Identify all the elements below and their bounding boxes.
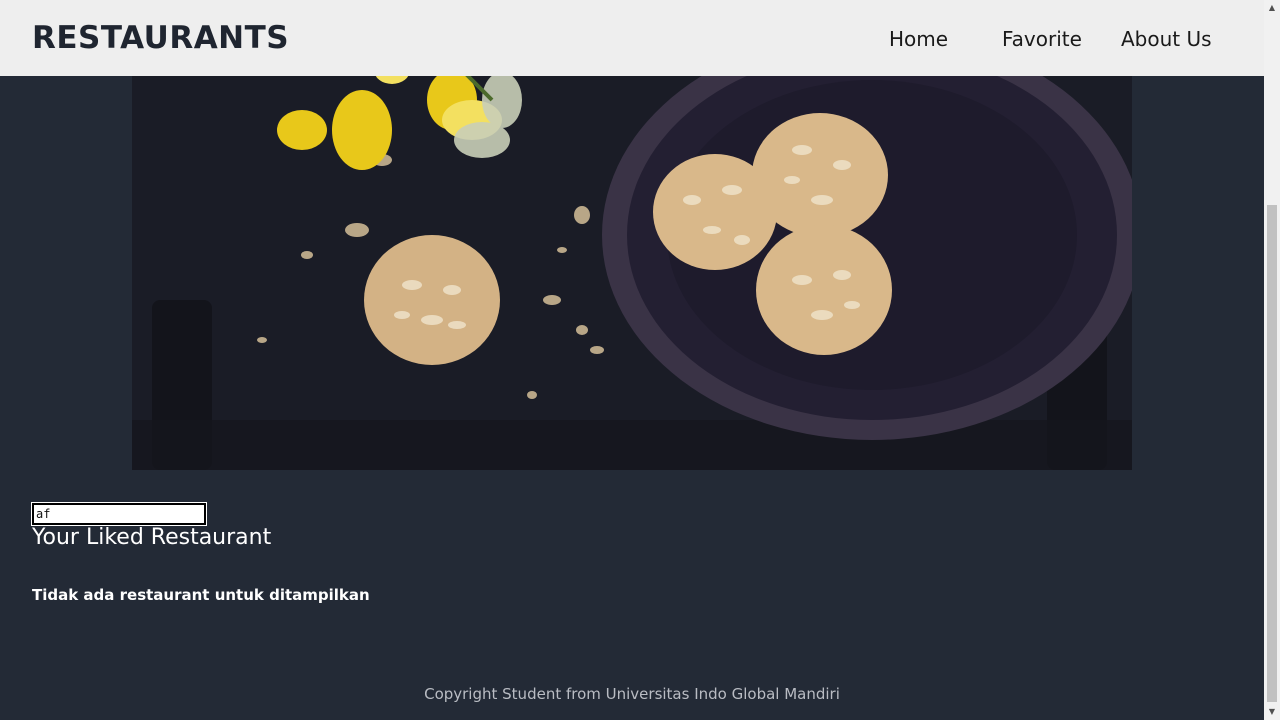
nav-home-link[interactable]: Home (889, 27, 948, 51)
page-footer: Copyright Student from Universitas Indo … (424, 685, 840, 703)
vertical-scrollbar[interactable]: ▲ ▼ (1264, 0, 1280, 720)
top-navbar: RESTAURANTS Home Favorite About Us (0, 0, 1264, 76)
empty-state-message: Tidak ada restaurant untuk ditampilkan (32, 586, 370, 604)
scrollbar-thumb[interactable] (1267, 205, 1277, 702)
scroll-up-arrow-icon[interactable]: ▲ (1264, 0, 1280, 16)
brand-logo[interactable]: RESTAURANTS (32, 20, 289, 56)
nav-about-link[interactable]: About Us (1121, 27, 1212, 51)
nav-favorite-link[interactable]: Favorite (1002, 27, 1082, 51)
favorites-title: Your Liked Restaurant (32, 525, 272, 550)
search-input[interactable] (31, 502, 207, 526)
scroll-down-arrow-icon[interactable]: ▼ (1264, 704, 1280, 720)
